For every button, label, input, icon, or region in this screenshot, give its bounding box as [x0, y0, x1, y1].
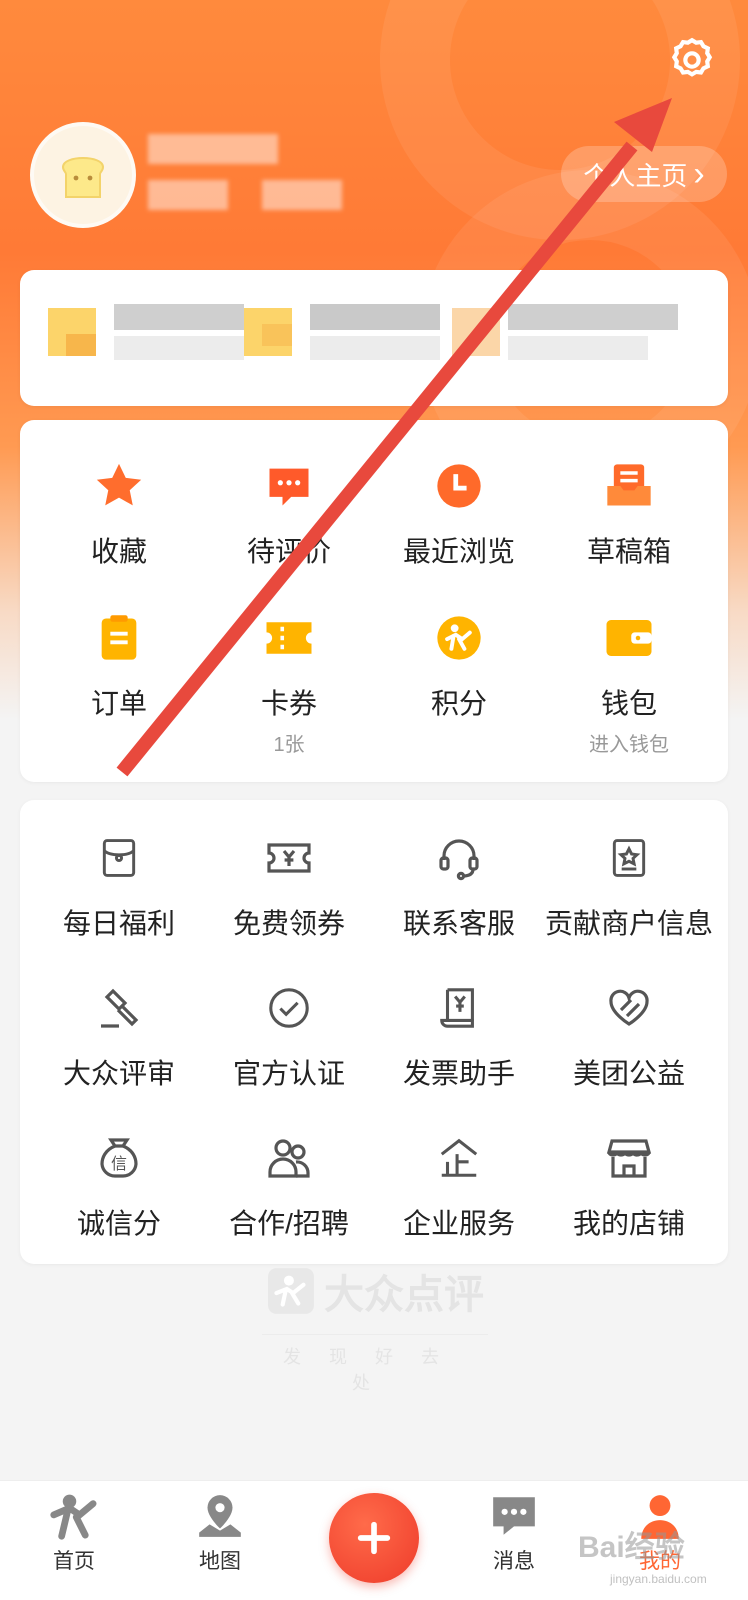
settings-button[interactable] [662, 30, 722, 90]
check-circle-icon [269, 988, 309, 1028]
chevron-right-icon: › [693, 155, 705, 193]
promo-item[interactable] [244, 294, 444, 364]
service-cooperation-recruit[interactable]: 合作/招聘 [204, 1128, 374, 1278]
ticket-icon [266, 622, 312, 654]
points-icon [437, 616, 481, 660]
gift-envelope-icon [102, 839, 136, 877]
quick-item-to-review[interactable]: 待评价 [204, 456, 374, 608]
service-my-store[interactable]: 我的店铺 [544, 1128, 714, 1278]
service-enterprise[interactable]: 企业服务 [374, 1128, 544, 1278]
quick-access-grid: 收藏 待评价 最近浏览 草稿箱 订单 卡券 1张 积分 钱包 进入钱包 [34, 456, 714, 760]
service-contribute-merchant[interactable]: 贡献商户信息 [544, 828, 714, 978]
service-invoice-assistant[interactable]: 发票助手 [374, 978, 544, 1128]
wallet-subtext: 进入钱包 [589, 734, 669, 756]
service-public-review[interactable]: 大众评审 [34, 978, 204, 1128]
clock-icon [437, 464, 481, 508]
personal-homepage-button[interactable]: 个人主页 › [561, 146, 727, 202]
invoice-icon [440, 988, 474, 1028]
service-label: 我的店铺 [572, 1208, 685, 1239]
people-icon [268, 1139, 310, 1178]
user-info-blurred [148, 180, 228, 210]
star-icon [96, 463, 142, 506]
brand-name: 大众点评 [324, 1273, 484, 1317]
service-label: 发票助手 [402, 1058, 515, 1089]
quick-item-label: 收藏 [90, 536, 147, 567]
site-watermark: Bai经验 [578, 1531, 685, 1564]
avatar[interactable] [30, 122, 136, 228]
order-icon [101, 615, 137, 660]
coupon-count: 1张 [273, 734, 305, 756]
toast-avatar-icon [61, 157, 105, 198]
promo-item[interactable] [452, 294, 702, 364]
service-label: 合作/招聘 [229, 1208, 349, 1239]
site-watermark-url: jingyan.baidu.com [610, 1572, 707, 1586]
service-label: 大众评审 [62, 1058, 175, 1089]
quick-item-label: 草稿箱 [586, 536, 671, 567]
quick-item-label: 积分 [430, 688, 487, 719]
service-label: 免费领券 [232, 908, 345, 939]
heart-icon [609, 989, 649, 1026]
quick-item-orders[interactable]: 订单 [34, 608, 204, 760]
service-label: 诚信分 [76, 1208, 161, 1239]
brand-watermark: 大众点评 发现好去处 [262, 1262, 488, 1395]
tab-label: 消息 [493, 1550, 535, 1573]
quick-item-coupons[interactable]: 卡券 1张 [204, 608, 374, 760]
home-person-icon [50, 1494, 97, 1540]
gear-icon [671, 37, 713, 77]
quick-item-label: 最近浏览 [402, 536, 515, 567]
enterprise-icon [440, 1138, 478, 1177]
quick-item-recent[interactable]: 最近浏览 [374, 456, 544, 608]
service-credit-score[interactable]: 信 诚信分 [34, 1128, 204, 1278]
wallet-icon [606, 620, 652, 656]
svg-text:信: 信 [111, 1155, 127, 1173]
shop-star-icon [612, 839, 646, 877]
headset-icon [439, 839, 479, 881]
promo-banner[interactable] [20, 270, 728, 406]
services-grid: 每日福利 免费领券 联系客服 贡献商户信息 大众评审 官方认证 发票助手 美团公… [34, 828, 714, 1278]
quick-item-wallet[interactable]: 钱包 进入钱包 [544, 608, 714, 760]
quick-item-label: 待评价 [246, 536, 331, 567]
brand-slogan: 发现好去处 [262, 1334, 488, 1395]
service-label: 官方认证 [232, 1058, 345, 1089]
quick-item-label: 卡券 [260, 688, 317, 719]
comment-icon [269, 468, 309, 506]
plus-icon [357, 1521, 391, 1555]
message-icon [493, 1497, 535, 1535]
service-label: 每日福利 [62, 908, 175, 939]
service-free-coupons[interactable]: 免费领券 [204, 828, 374, 978]
store-icon [606, 1139, 652, 1178]
personal-homepage-label: 个人主页 [583, 160, 688, 191]
add-post-button[interactable] [329, 1493, 419, 1583]
service-label: 联系客服 [402, 908, 515, 939]
drafts-icon [607, 464, 651, 506]
dianping-logo-icon [268, 1268, 314, 1314]
service-meituan-charity[interactable]: 美团公益 [544, 978, 714, 1128]
service-label: 美团公益 [572, 1058, 685, 1089]
service-official-verification[interactable]: 官方认证 [204, 978, 374, 1128]
quick-item-label: 订单 [90, 688, 147, 719]
quick-item-drafts[interactable]: 草稿箱 [544, 456, 714, 608]
quick-item-points[interactable]: 积分 [374, 608, 544, 760]
service-label: 贡献商户信息 [544, 908, 713, 939]
credit-icon: 信 [100, 1138, 138, 1178]
user-info-blurred [262, 180, 342, 210]
tab-messages[interactable]: 消息 [464, 1491, 564, 1575]
promo-item[interactable] [48, 294, 248, 364]
service-customer-support[interactable]: 联系客服 [374, 828, 544, 978]
quick-item-favorites[interactable]: 收藏 [34, 456, 204, 608]
service-daily-benefits[interactable]: 每日福利 [34, 828, 204, 978]
tab-label: 首页 [53, 1550, 95, 1573]
coupon-icon [267, 843, 311, 873]
service-label: 企业服务 [402, 1208, 515, 1239]
quick-item-label: 钱包 [600, 688, 657, 719]
map-pin-icon [199, 1495, 241, 1537]
tab-label: 地图 [199, 1550, 241, 1573]
tab-home[interactable]: 首页 [24, 1491, 124, 1575]
username-blurred [148, 134, 278, 164]
tab-map[interactable]: 地图 [170, 1491, 270, 1575]
gavel-icon [101, 988, 139, 1028]
